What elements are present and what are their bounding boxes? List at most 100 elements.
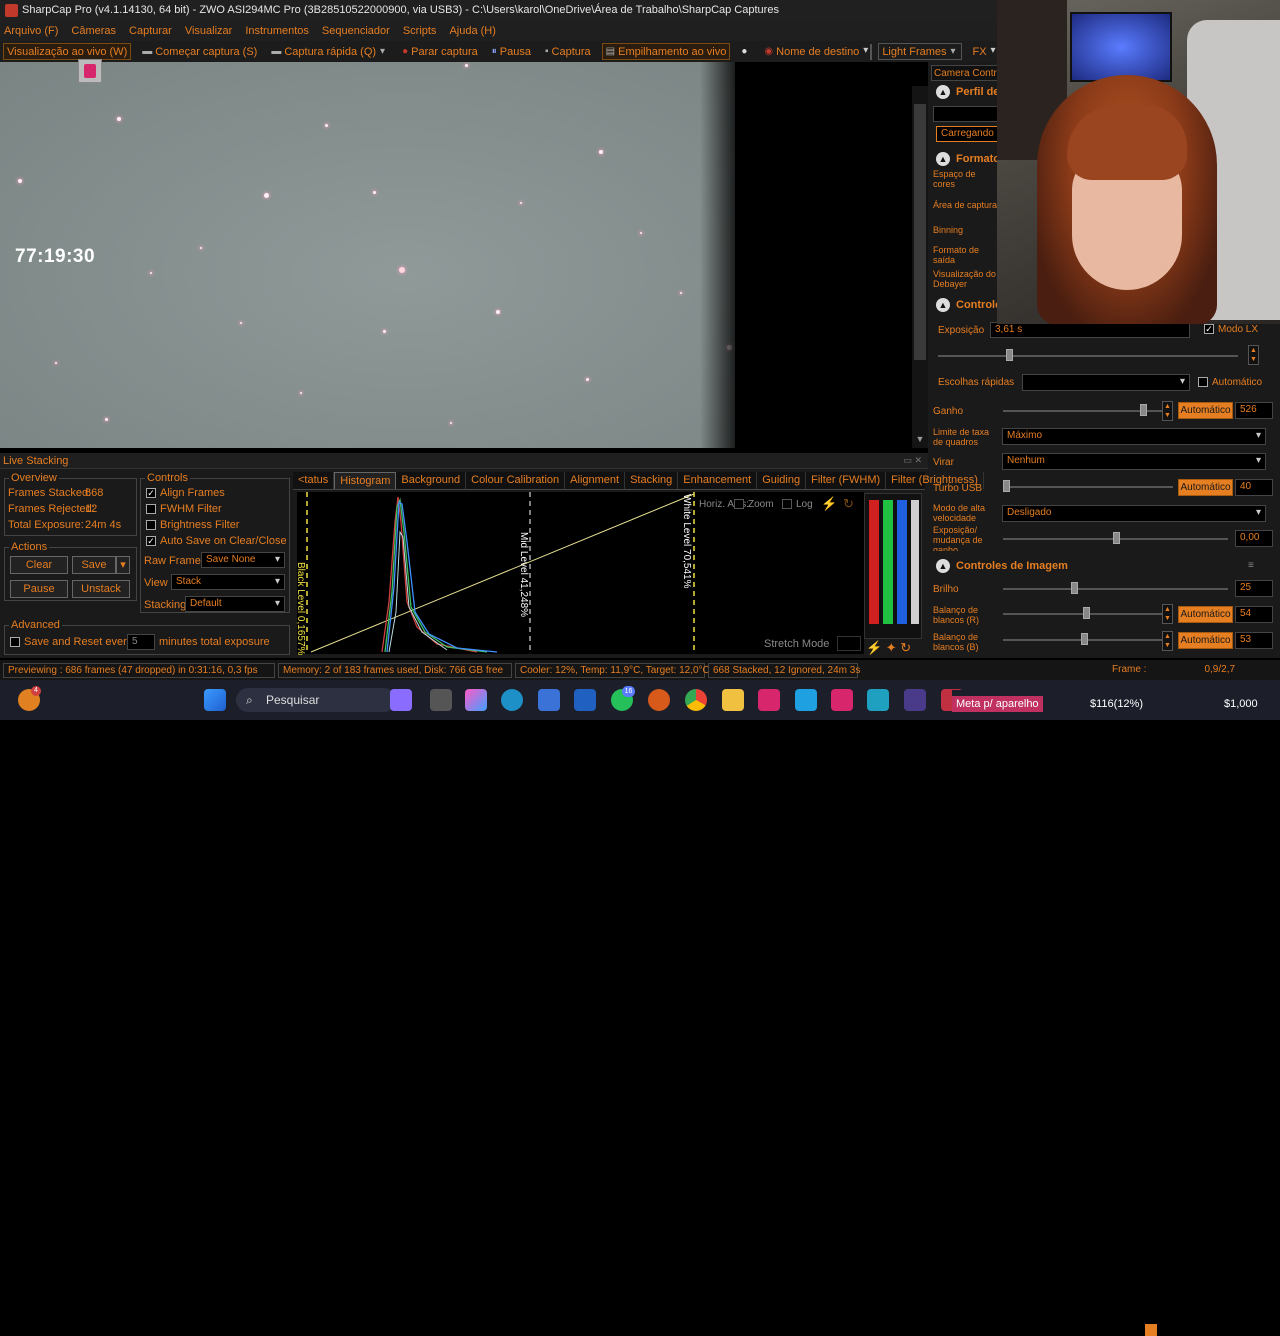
reset-icon[interactable]: ↻ — [843, 496, 854, 512]
fwhm-filter-checkbox[interactable] — [146, 504, 156, 515]
tab-background[interactable]: Background — [396, 472, 467, 489]
histogram-area[interactable]: Black Level 0,1657% Mid Level 41,248% Wh… — [295, 492, 864, 655]
scroll-down-icon[interactable]: ▼ — [912, 434, 928, 448]
image-controls-section-header[interactable]: ▲ Controles de Imagem — [931, 556, 1068, 576]
lx-mode-toggle[interactable]: ✓ Modo LX — [1204, 324, 1258, 335]
exposure-slider-knob[interactable] — [1006, 349, 1013, 361]
preview-scrollbar-thumb[interactable] — [914, 104, 926, 360]
app-icon-cyan[interactable] — [795, 689, 817, 711]
tab-status[interactable]: <tatus — [293, 472, 335, 489]
office-icon[interactable] — [648, 689, 670, 711]
tab-filter-fwhm[interactable]: Filter (FWHM) — [806, 472, 887, 489]
pause-stack-button[interactable]: Pause — [10, 580, 68, 598]
save-reset-toggle[interactable]: Save and Reset every — [10, 636, 132, 648]
wb-blue-auto-button[interactable]: Automático — [1178, 632, 1233, 649]
raw-frames-select[interactable]: Save None — [201, 552, 285, 568]
brightness-knob[interactable] — [1071, 582, 1078, 594]
turbo-usb-slider[interactable] — [1003, 486, 1173, 488]
brightness-value[interactable]: 25 — [1235, 580, 1273, 597]
menu-view[interactable]: Visualizar — [185, 25, 233, 37]
save-reset-minutes-input[interactable]: 5 — [127, 634, 155, 650]
windows-start-icon[interactable] — [204, 689, 226, 711]
zoom-checkbox[interactable] — [734, 499, 744, 510]
exposure-auto-checkbox[interactable] — [1198, 377, 1208, 388]
fwhm-filter-toggle[interactable]: FWHM Filter — [146, 503, 222, 515]
menu-sequencer[interactable]: Sequenciador — [322, 25, 390, 37]
wb-red-auto-button[interactable]: Automático — [1178, 606, 1233, 623]
gain-slider[interactable] — [1003, 410, 1163, 412]
turbo-usb-value[interactable]: 40 — [1235, 479, 1273, 496]
luminance-balance-bar[interactable] — [911, 500, 919, 624]
profile-select[interactable] — [933, 106, 998, 122]
lightning-icon[interactable]: ⚡ — [821, 496, 837, 512]
autosave-checkbox[interactable]: ✓ — [146, 536, 156, 547]
tab-colour-calibration[interactable]: Colour Calibration — [466, 472, 566, 489]
pause-button[interactable]: ⏸ Pausa — [489, 43, 534, 60]
taskbar-search[interactable]: ⌕ Pesquisar — [236, 688, 396, 712]
lx-mode-checkbox[interactable]: ✓ — [1204, 324, 1214, 335]
exposure-slider[interactable] — [938, 355, 1238, 357]
tab-stacking[interactable]: Stacking — [625, 472, 679, 489]
capture-button[interactable]: ▪ Captura — [542, 43, 594, 60]
app-icon-blue[interactable] — [574, 689, 596, 711]
loading-button[interactable]: Carregando — [936, 126, 998, 142]
green-balance-bar[interactable] — [883, 500, 893, 624]
high-speed-select[interactable]: Desligado — [1002, 505, 1266, 522]
align-frames-toggle[interactable]: ✓ Align Frames — [146, 487, 225, 499]
panel-window-controls[interactable]: ▭ ✕ — [903, 455, 922, 466]
turbo-usb-auto-button[interactable]: Automático — [1178, 479, 1233, 496]
quick-picks-select[interactable] — [1022, 374, 1190, 391]
brightness-slider[interactable] — [1003, 588, 1228, 590]
wb-blue-knob[interactable] — [1081, 633, 1088, 645]
menu-help[interactable]: Ajuda (H) — [449, 25, 495, 37]
align-frames-checkbox[interactable]: ✓ — [146, 488, 156, 499]
save-reset-checkbox[interactable] — [10, 637, 20, 648]
tab-guiding[interactable]: Guiding — [757, 472, 807, 489]
widgets-icon[interactable] — [390, 689, 412, 711]
menu-scripts[interactable]: Scripts — [403, 25, 437, 37]
tab-enhancement[interactable]: Enhancement — [678, 472, 758, 489]
gain-value[interactable]: 526 — [1235, 402, 1273, 419]
stacking-select[interactable]: Default — [185, 596, 285, 612]
chrome-icon[interactable] — [685, 689, 707, 711]
brightness-filter-checkbox[interactable] — [146, 520, 156, 531]
app-icon-teal[interactable] — [867, 689, 889, 711]
view-select[interactable]: Stack — [171, 574, 285, 590]
tab-alignment[interactable]: Alignment — [565, 472, 626, 489]
sharpcap-icon[interactable] — [758, 689, 780, 711]
zoom-toggle[interactable]: Zoom — [734, 499, 774, 510]
menu-tools[interactable]: Instrumentos — [245, 25, 309, 37]
gain-slider-knob[interactable] — [1140, 404, 1147, 416]
colour-balance-sliders[interactable] — [864, 493, 922, 639]
log-checkbox[interactable] — [782, 499, 792, 510]
menu-file[interactable]: Arquivo (F) — [4, 25, 58, 37]
wb-blue-value[interactable]: 53 — [1235, 632, 1273, 649]
wb-red-knob[interactable] — [1083, 607, 1090, 619]
frame-type-select[interactable]: Light Frames ▾ — [878, 43, 962, 60]
unstack-button[interactable]: Unstack — [72, 580, 130, 598]
tab-histogram[interactable]: Histogram — [334, 472, 397, 489]
log-toggle[interactable]: Log — [782, 499, 813, 510]
save-button[interactable]: Save — [72, 556, 116, 574]
flip-select[interactable]: Nenhum — [1002, 453, 1266, 470]
camera-preview[interactable]: 77:19:30 — [0, 62, 912, 448]
gain-auto-button[interactable]: Automático — [1178, 402, 1233, 419]
brightness-filter-toggle[interactable]: Brightness Filter — [146, 519, 239, 531]
turbo-usb-knob[interactable] — [1003, 480, 1010, 492]
exposure-stepper[interactable]: ▲ ▼ — [1248, 345, 1259, 365]
exposure-auto-toggle[interactable]: Automático — [1198, 377, 1262, 388]
menu-lines-icon[interactable]: ≡ — [1248, 560, 1254, 571]
live-view-button[interactable]: Visualização ao vivo (W) — [3, 43, 132, 60]
fx-button[interactable]: FX — [970, 43, 990, 60]
quick-capture-button[interactable]: ▬ Captura rápida (Q) ▾ — [268, 43, 391, 60]
stretch-mode-value[interactable] — [837, 636, 861, 651]
clear-button[interactable]: Clear — [10, 556, 68, 574]
wb-red-stepper[interactable]: ▲ ▼ — [1162, 604, 1173, 624]
app-icon-purple[interactable] — [904, 689, 926, 711]
sharpcap-icon-2[interactable] — [831, 689, 853, 711]
start-capture-button[interactable]: ▬ Começar captura (S) — [139, 43, 260, 60]
store-icon[interactable] — [538, 689, 560, 711]
auto-stretch-icon[interactable]: ⚡ ✦ ↻ — [866, 640, 911, 656]
exposure-change-value[interactable]: 0,00 — [1235, 530, 1273, 547]
copilot-icon[interactable] — [465, 689, 487, 711]
